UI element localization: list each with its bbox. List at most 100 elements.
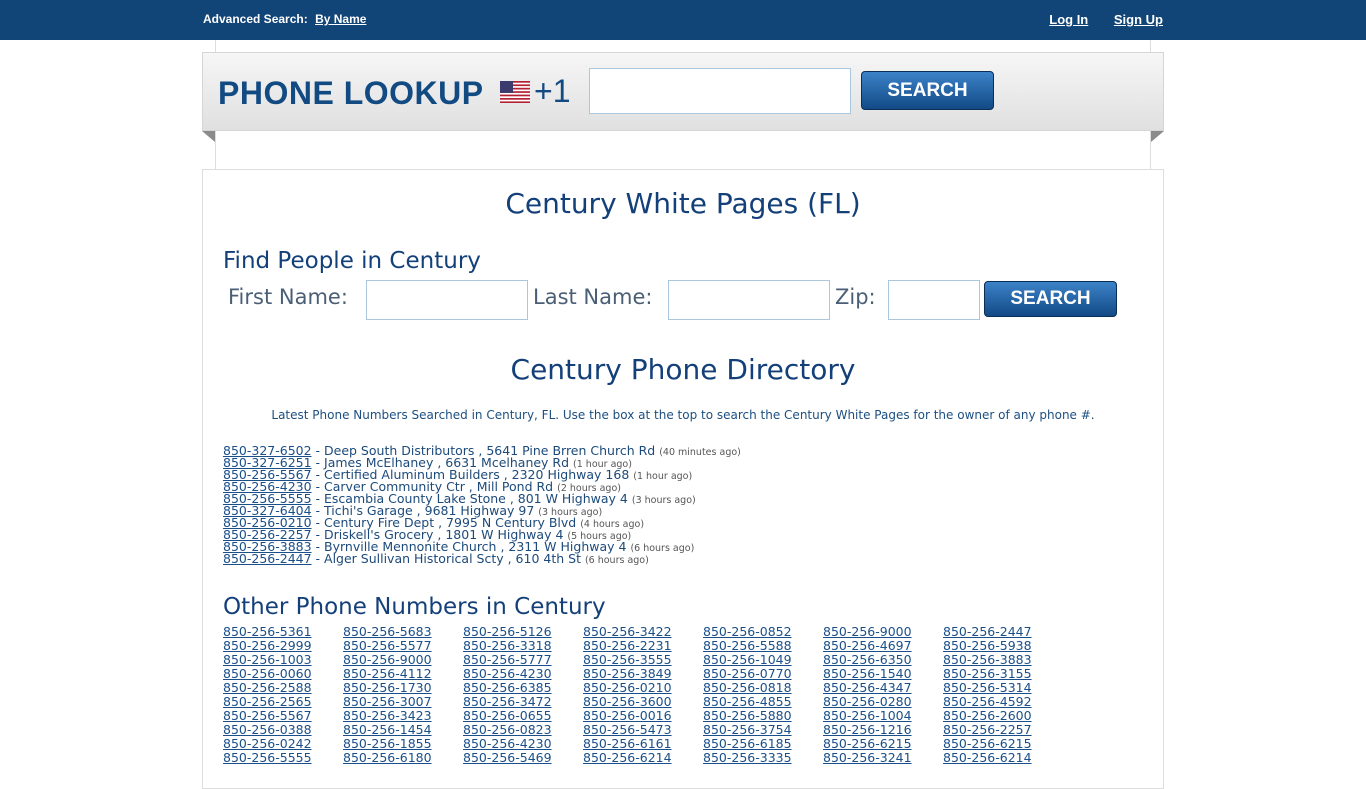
zip-label: Zip:	[835, 285, 876, 309]
number-column: 850-256-3422 850-256-2231 850-256-3555 850-…	[583, 625, 703, 765]
other-phone-link[interactable]: 850-256-6214	[583, 751, 703, 765]
other-phone-link[interactable]: 850-256-2257	[943, 723, 1063, 737]
other-phone-link[interactable]: 850-256-3007	[343, 695, 463, 709]
other-phone-link[interactable]: 850-256-3335	[703, 751, 823, 765]
other-phone-link[interactable]: 850-256-5473	[583, 723, 703, 737]
top-bar: Advanced Search: By Name Log In Sign Up	[0, 0, 1366, 40]
ribbon-fold-left	[202, 131, 215, 142]
number-column: 850-256-9000 850-256-4697 850-256-6350 850-…	[823, 625, 943, 765]
other-phone-link[interactable]: 850-256-0818	[703, 681, 823, 695]
directory-intro: Latest Phone Numbers Searched in Century…	[271, 408, 1095, 422]
other-phone-link[interactable]: 850-256-0852	[703, 625, 823, 639]
other-phone-link[interactable]: 850-256-0210	[583, 681, 703, 695]
other-phone-link[interactable]: 850-256-0770	[703, 667, 823, 681]
other-phone-link[interactable]: 850-256-0242	[223, 737, 343, 751]
other-phone-link[interactable]: 850-256-9000	[343, 653, 463, 667]
other-phone-link[interactable]: 850-256-0655	[463, 709, 583, 723]
ribbon-fold-right	[1151, 131, 1164, 142]
find-people-heading: Find People in Century	[223, 248, 481, 274]
other-phone-link[interactable]: 850-256-4697	[823, 639, 943, 653]
other-phone-link[interactable]: 850-256-1216	[823, 723, 943, 737]
number-column: 850-256-0852 850-256-5588 850-256-1049 850-…	[703, 625, 823, 765]
other-phone-link[interactable]: 850-256-2447	[943, 625, 1063, 639]
other-phone-link[interactable]: 850-256-1004	[823, 709, 943, 723]
other-phone-link[interactable]: 850-256-0060	[223, 667, 343, 681]
people-search-button[interactable]: SEARCH	[984, 281, 1117, 317]
other-phone-link[interactable]: 850-256-1049	[703, 653, 823, 667]
other-phone-link[interactable]: 850-256-0280	[823, 695, 943, 709]
other-phone-link[interactable]: 850-256-1003	[223, 653, 343, 667]
last-name-input[interactable]	[668, 280, 830, 320]
latest-phone-link[interactable]: 850-256-2447	[223, 551, 312, 566]
first-name-label: First Name:	[228, 285, 348, 309]
other-phone-link[interactable]: 850-256-1454	[343, 723, 463, 737]
zip-input[interactable]	[888, 280, 980, 320]
signup-link[interactable]: Sign Up	[1114, 12, 1163, 27]
page-title: Century White Pages (FL)	[505, 187, 861, 220]
other-phone-link[interactable]: 850-256-4230	[463, 737, 583, 751]
last-name-label: Last Name:	[533, 285, 653, 309]
other-phone-link[interactable]: 850-256-5683	[343, 625, 463, 639]
other-phone-link[interactable]: 850-256-6215	[943, 737, 1063, 751]
other-phone-link[interactable]: 850-256-3849	[583, 667, 703, 681]
other-phone-link[interactable]: 850-256-6180	[343, 751, 463, 765]
other-phone-link[interactable]: 850-256-6385	[463, 681, 583, 695]
other-phone-link[interactable]: 850-256-5938	[943, 639, 1063, 653]
other-phone-link[interactable]: 850-256-3423	[343, 709, 463, 723]
other-phone-link[interactable]: 850-256-5469	[463, 751, 583, 765]
other-phone-link[interactable]: 850-256-2999	[223, 639, 343, 653]
latest-time-ago: (1 hour ago)	[633, 471, 693, 482]
phone-search-button[interactable]: SEARCH	[861, 71, 994, 110]
other-phone-link[interactable]: 850-256-4347	[823, 681, 943, 695]
other-phone-link[interactable]: 850-256-1855	[343, 737, 463, 751]
login-link[interactable]: Log In	[1049, 12, 1088, 27]
account-links: Log In Sign Up	[1027, 12, 1163, 27]
other-phone-link[interactable]: 850-256-5567	[223, 709, 343, 723]
other-phone-link[interactable]: 850-256-9000	[823, 625, 943, 639]
latest-searches-list: 850-327-6502 - Deep South Distributors ,…	[223, 444, 741, 566]
other-phone-link[interactable]: 850-256-3754	[703, 723, 823, 737]
other-phone-link[interactable]: 850-256-0388	[223, 723, 343, 737]
by-name-link[interactable]: By Name	[315, 12, 366, 26]
site-logo[interactable]: PHONE LOOKUP	[218, 75, 484, 112]
latest-time-ago: (3 hours ago)	[631, 495, 696, 506]
other-phone-link[interactable]: 850-256-5314	[943, 681, 1063, 695]
other-phone-link[interactable]: 850-256-3883	[943, 653, 1063, 667]
other-phone-link[interactable]: 850-256-3155	[943, 667, 1063, 681]
other-phone-link[interactable]: 850-256-2588	[223, 681, 343, 695]
other-phone-link[interactable]: 850-256-2600	[943, 709, 1063, 723]
other-phone-link[interactable]: 850-256-0823	[463, 723, 583, 737]
first-name-input[interactable]	[366, 280, 528, 320]
other-phone-link[interactable]: 850-256-2231	[583, 639, 703, 653]
other-phone-link[interactable]: 850-256-6350	[823, 653, 943, 667]
other-phone-link[interactable]: 850-256-1730	[343, 681, 463, 695]
other-phone-link[interactable]: 850-256-5555	[223, 751, 343, 765]
other-phone-link[interactable]: 850-256-6161	[583, 737, 703, 751]
number-column: 850-256-5126 850-256-3318 850-256-5777 850-…	[463, 625, 583, 765]
advanced-search: Advanced Search: By Name	[203, 12, 366, 26]
other-phone-link[interactable]: 850-256-6214	[943, 751, 1063, 765]
other-phone-link[interactable]: 850-256-3600	[583, 695, 703, 709]
other-phone-link[interactable]: 850-256-1540	[823, 667, 943, 681]
other-phone-link[interactable]: 850-256-6215	[823, 737, 943, 751]
other-phone-link[interactable]: 850-256-6185	[703, 737, 823, 751]
other-phone-link[interactable]: 850-256-2565	[223, 695, 343, 709]
other-phone-link[interactable]: 850-256-3241	[823, 751, 943, 765]
other-phone-link[interactable]: 850-256-5777	[463, 653, 583, 667]
other-phone-link[interactable]: 850-256-4592	[943, 695, 1063, 709]
other-phone-link[interactable]: 850-256-5361	[223, 625, 343, 639]
other-phone-link[interactable]: 850-256-3472	[463, 695, 583, 709]
number-column: 850-256-5361 850-256-2999 850-256-1003 850-…	[223, 625, 343, 765]
other-phone-link[interactable]: 850-256-4112	[343, 667, 463, 681]
other-phone-link[interactable]: 850-256-4230	[463, 667, 583, 681]
other-phone-link[interactable]: 850-256-5880	[703, 709, 823, 723]
other-phone-link[interactable]: 850-256-3422	[583, 625, 703, 639]
other-phone-link[interactable]: 850-256-4855	[703, 695, 823, 709]
other-phone-link[interactable]: 850-256-3318	[463, 639, 583, 653]
other-phone-link[interactable]: 850-256-3555	[583, 653, 703, 667]
other-phone-link[interactable]: 850-256-5588	[703, 639, 823, 653]
other-phone-link[interactable]: 850-256-5126	[463, 625, 583, 639]
other-phone-link[interactable]: 850-256-5577	[343, 639, 463, 653]
other-phone-link[interactable]: 850-256-0016	[583, 709, 703, 723]
phone-number-input[interactable]	[589, 68, 851, 114]
